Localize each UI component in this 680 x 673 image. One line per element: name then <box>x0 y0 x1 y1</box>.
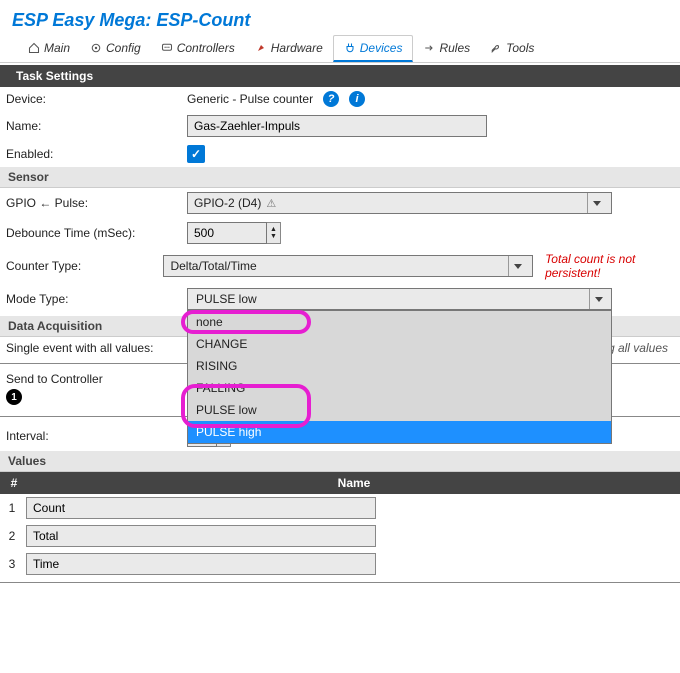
enabled-label: Enabled: <box>6 147 181 161</box>
debounce-input[interactable] <box>187 222 267 244</box>
chevron-down-icon <box>587 193 605 213</box>
chat-icon <box>161 42 173 54</box>
tab-devices[interactable]: Devices <box>333 35 414 62</box>
section-values: Values <box>0 451 680 472</box>
page-title: ESP Easy Mega: ESP-Count <box>0 0 680 35</box>
chevron-down-icon <box>508 256 526 276</box>
enabled-checkbox[interactable]: ✓ <box>187 145 205 163</box>
value-index: 3 <box>4 557 20 571</box>
tab-main[interactable]: Main <box>18 36 80 62</box>
mode-type-options: none CHANGE RISING FALLING PULSE low PUL… <box>187 310 612 444</box>
tab-rules[interactable]: Rules <box>413 36 480 62</box>
mode-option-falling[interactable]: FALLING <box>188 377 611 399</box>
chevron-down-icon <box>589 289 607 309</box>
row-counter-type: Counter Type: Delta/Total/Time Total cou… <box>0 248 680 284</box>
debounce-stepper[interactable]: ▲▼ <box>267 222 281 244</box>
plug-icon <box>344 42 356 54</box>
controller-number-badge: 1 <box>6 389 22 405</box>
counter-type-select[interactable]: Delta/Total/Time <box>163 255 533 277</box>
tab-tools[interactable]: Tools <box>480 36 544 62</box>
value-index: 2 <box>4 529 20 543</box>
mode-type-select[interactable]: PULSE low <box>187 288 612 310</box>
tab-hardware[interactable]: Hardware <box>245 36 333 62</box>
counter-type-label: Counter Type: <box>6 259 157 273</box>
section-task-settings: Task Settings <box>0 65 680 87</box>
warning-icon: ⚠ <box>263 198 276 210</box>
values-col-num: # <box>0 472 28 494</box>
value-row: 1 <box>0 494 680 522</box>
help-icon[interactable]: ? <box>323 91 339 107</box>
value-row: 2 <box>0 522 680 550</box>
value-row: 3 <box>0 550 680 578</box>
info-icon[interactable]: i <box>349 91 365 107</box>
name-input[interactable] <box>187 115 487 137</box>
row-mode-type: Mode Type: PULSE low none CHANGE RISING … <box>0 284 680 314</box>
row-enabled: Enabled: ✓ <box>0 141 680 167</box>
values-table-header: # Name <box>0 472 680 494</box>
debounce-label: Debounce Time (mSec): <box>6 226 181 240</box>
value-name-input[interactable] <box>26 553 376 575</box>
mode-option-pulse-low[interactable]: PULSE low <box>188 399 611 421</box>
mode-option-change[interactable]: CHANGE <box>188 333 611 355</box>
tab-config[interactable]: Config <box>80 36 151 62</box>
counter-type-warning: Total count is not persistent! <box>545 252 674 280</box>
row-device: Device: Generic - Pulse counter ? i <box>0 87 680 111</box>
mode-option-rising[interactable]: RISING <box>188 355 611 377</box>
arrow-right-icon <box>423 42 435 54</box>
value-name-input[interactable] <box>26 497 376 519</box>
values-col-name: Name <box>28 472 680 494</box>
home-icon <box>28 42 40 54</box>
device-value: Generic - Pulse counter <box>187 92 313 106</box>
value-name-input[interactable] <box>26 525 376 547</box>
tabs-bar: Main Config Controllers Hardware Devices… <box>0 35 680 63</box>
name-label: Name: <box>6 119 181 133</box>
mode-type-label: Mode Type: <box>6 288 181 306</box>
device-label: Device: <box>6 92 181 106</box>
gear-icon <box>90 42 102 54</box>
single-event-label: Single event with all values: <box>6 341 181 355</box>
mode-option-pulse-high[interactable]: PULSE high <box>188 421 611 443</box>
interval-label: Interval: <box>6 429 181 443</box>
pin-icon <box>255 42 267 54</box>
value-index: 1 <box>4 501 20 515</box>
row-debounce: Debounce Time (mSec): ▲▼ <box>0 218 680 248</box>
send-to-controller-label: Send to Controller <box>6 372 181 386</box>
gpio-select[interactable]: GPIO-2 (D4) ⚠ <box>187 192 612 214</box>
row-name: Name: <box>0 111 680 141</box>
gpio-label: GPIO ← Pulse: <box>6 196 181 210</box>
section-sensor: Sensor <box>0 167 680 188</box>
row-gpio: GPIO ← Pulse: GPIO-2 (D4) ⚠ <box>0 188 680 218</box>
mode-option-none[interactable]: none <box>188 311 611 333</box>
wrench-icon <box>490 42 502 54</box>
tab-controllers[interactable]: Controllers <box>151 36 245 62</box>
